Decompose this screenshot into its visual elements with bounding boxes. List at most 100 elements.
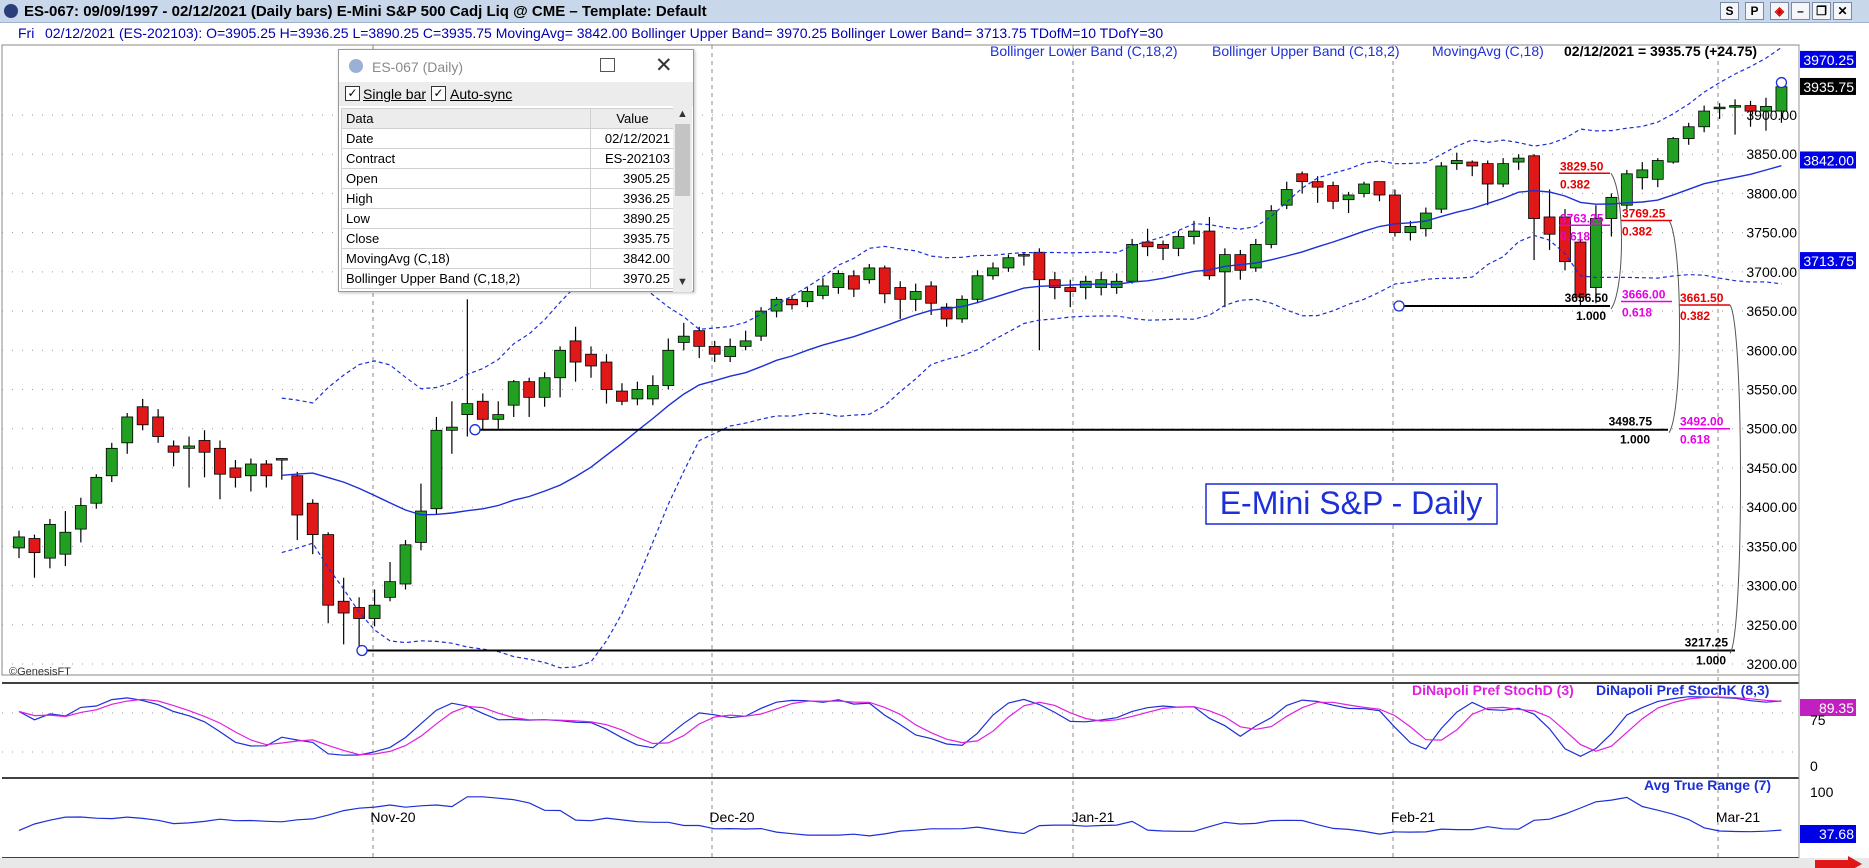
row-value: 3842.00 [590, 248, 675, 269]
y-tick-label: 3600.00 [1746, 342, 1797, 358]
row-label: Contract [341, 148, 591, 169]
candle-body [832, 273, 845, 288]
candle-body [1667, 138, 1680, 163]
auto-sync-checkbox[interactable]: ✓ [431, 86, 446, 101]
data-table: Data Value Date 02/12/2021 Contract ES-202… [341, 108, 675, 289]
table-row[interactable]: Contract ES-202103 [341, 148, 675, 169]
candle-body [786, 298, 798, 306]
candle-body [1729, 105, 1741, 108]
copyright-label: ©GenesisFT [9, 666, 71, 678]
fib-price-label: 3829.50 [1560, 159, 1604, 173]
table-row[interactable]: Open 3905.25 [341, 168, 675, 189]
candle-body [1605, 196, 1618, 219]
candle-body [1682, 126, 1695, 139]
scroll-up-icon[interactable]: ▲ [677, 108, 688, 120]
candle-body [1698, 110, 1711, 128]
stoch-y-tick: 0 [1810, 758, 1818, 774]
y-tick-label: 3800.00 [1746, 185, 1797, 201]
fib-ratio-label: 0.618 [1622, 306, 1652, 320]
candle-body [1744, 105, 1757, 112]
row-label: MovingAvg (C,18) [341, 248, 591, 269]
row-value: 3890.25 [590, 208, 675, 229]
axis-price-tag-text: 3935.75 [1803, 79, 1854, 95]
single-bar-checkbox[interactable]: ✓ [345, 86, 360, 101]
maximize-icon[interactable] [600, 58, 615, 72]
y-tick-label: 3350.00 [1746, 538, 1797, 554]
candle-body [415, 510, 427, 543]
candle-body [863, 267, 876, 281]
single-bar-label[interactable]: Single bar [363, 86, 426, 102]
candle-body [461, 403, 474, 415]
candle-body [1512, 157, 1525, 163]
candle-body [368, 604, 381, 619]
table-row[interactable]: Bollinger Upper Band (C,18,2) 3970.25 [341, 268, 675, 289]
candle-body [28, 538, 41, 554]
candle-body [925, 285, 938, 304]
column-header-value[interactable]: Value [590, 108, 675, 129]
table-row[interactable]: High 3936.25 [341, 188, 675, 209]
candle-body [1064, 287, 1077, 292]
swing-point-marker [356, 644, 368, 657]
row-value: 02/12/2021 [590, 128, 675, 149]
candle-body [1188, 230, 1200, 237]
y-tick-label: 3500.00 [1746, 421, 1797, 437]
candle-body [538, 377, 551, 398]
close-data-window-icon[interactable]: ✕ [655, 53, 673, 78]
candle-body [1296, 173, 1309, 183]
candle-body [523, 381, 536, 398]
data-window[interactable]: ES-067 (Daily) ✕ ✓ Single bar ✓ Auto-syn… [338, 49, 694, 292]
scroll-right-arrow-icon [1815, 856, 1862, 868]
fib-ratio-label: 0.618 [1680, 433, 1710, 447]
auto-sync-label[interactable]: Auto-sync [450, 86, 512, 102]
column-header-data[interactable]: Data [341, 108, 591, 129]
candle-body [1389, 194, 1401, 234]
table-row[interactable]: Date 02/12/2021 [341, 128, 675, 149]
candle-body [646, 385, 659, 400]
table-row[interactable]: Low 3890.25 [341, 208, 675, 229]
candle-body [136, 406, 149, 426]
fib-ratio-label: 0.382 [1622, 225, 1652, 239]
data-window-header[interactable]: ES-067 (Daily) ✕ [339, 50, 693, 82]
candle-body [1249, 244, 1262, 269]
row-label: Date [341, 128, 591, 149]
candle-body [430, 429, 443, 510]
data-window-icon [349, 59, 363, 73]
axis-price-tag-text: 3713.75 [1803, 253, 1854, 269]
fib-ratio-label: 0.382 [1560, 177, 1590, 191]
candle-body [152, 416, 165, 437]
y-tick-label: 3450.00 [1746, 460, 1797, 476]
table-row[interactable]: Close 3935.75 [341, 228, 675, 249]
candle-body [909, 291, 922, 300]
fib-price-label: 3769.25 [1622, 207, 1666, 221]
scroll-thumb[interactable] [675, 124, 690, 196]
candle-body [198, 440, 211, 453]
data-window-scrollbar[interactable]: ▲ ▼ [673, 106, 692, 292]
candle-body [384, 581, 396, 598]
row-value: 3970.25 [590, 268, 675, 289]
candle-body [1543, 216, 1556, 235]
candle-body [167, 445, 180, 453]
candle-body [878, 267, 891, 295]
atr-value-text: 37.68 [1819, 826, 1854, 842]
fib-bracket [1668, 220, 1680, 433]
table-row[interactable]: MovingAvg (C,18) 3842.00 [341, 248, 675, 269]
row-label: Open [341, 168, 591, 189]
candle-body [1234, 254, 1247, 271]
candle-body [229, 467, 242, 478]
scroll-down-icon[interactable]: ▼ [677, 276, 688, 288]
row-value: 3935.75 [590, 228, 675, 249]
atr-y-tick: 100 [1810, 784, 1834, 800]
candle-body [847, 275, 860, 290]
stoch-k-line [18, 696, 1782, 757]
candle-body [1002, 257, 1015, 269]
y-tick-label: 3550.00 [1746, 382, 1797, 398]
fib-price-label: 3661.50 [1680, 291, 1724, 305]
y-tick-label: 3250.00 [1746, 617, 1797, 633]
candle-body [214, 447, 226, 475]
price-chart[interactable]: 3200.00 3250.00 3300.00 3350.00 3400.00 3450.… [0, 0, 1869, 868]
candle-body [894, 287, 907, 300]
chart-legend-upper-band: Bollinger Upper Band (C,18,2) [1212, 43, 1400, 59]
candle-body [445, 426, 458, 431]
x-tick-label: Feb-21 [1391, 809, 1436, 825]
fib-bracket [1729, 304, 1741, 654]
